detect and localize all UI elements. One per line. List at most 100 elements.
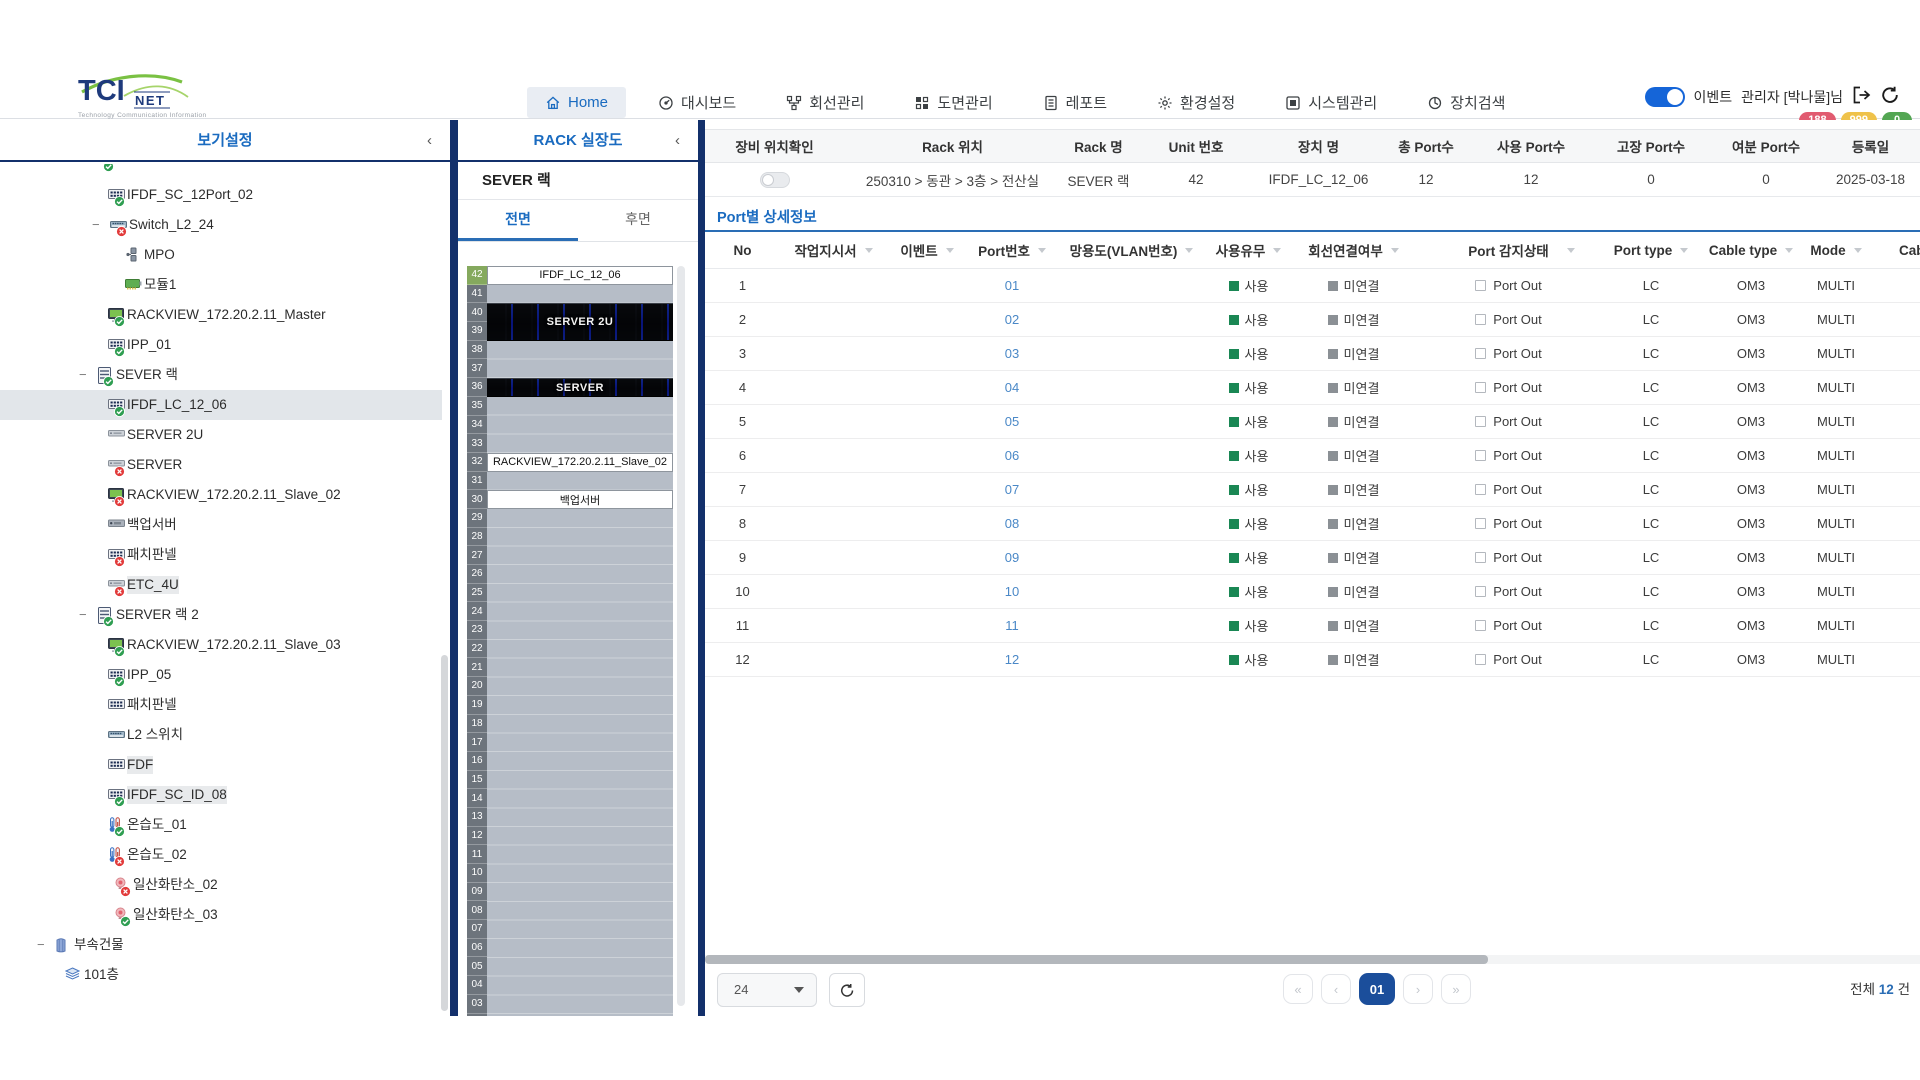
nav-item-settings[interactable]: 환경설정 bbox=[1139, 85, 1253, 120]
port-number-link[interactable]: 09 bbox=[1005, 550, 1019, 565]
port-detect-checkbox[interactable] bbox=[1475, 280, 1487, 291]
rack-item-SERVER 2U[interactable]: SERVER 2U bbox=[487, 303, 673, 341]
port-col-Port type[interactable]: Port type bbox=[1601, 232, 1701, 268]
tree-item-모듈1[interactable]: 모듈1 bbox=[0, 270, 442, 300]
port-number-link[interactable]: 03 bbox=[1005, 346, 1019, 361]
port-table-row[interactable]: 8 08 사용 미연결 Port Out LC OM3 MULTI bbox=[705, 507, 1920, 541]
refresh-icon[interactable] bbox=[1881, 86, 1900, 107]
logout-icon[interactable] bbox=[1852, 86, 1872, 107]
pagination-last-button[interactable]: » bbox=[1441, 974, 1471, 1004]
port-detect-checkbox[interactable] bbox=[1475, 552, 1487, 563]
port-table-row[interactable]: 6 06 사용 미연결 Port Out LC OM3 MULTI bbox=[705, 439, 1920, 473]
tree-expander-icon[interactable]: − bbox=[79, 607, 87, 622]
port-detect-checkbox[interactable] bbox=[1475, 586, 1487, 597]
collapse-left-panel-icon[interactable]: ‹ bbox=[427, 120, 432, 162]
sort-caret-icon[interactable] bbox=[1273, 247, 1282, 253]
port-number-link[interactable]: 07 bbox=[1005, 482, 1019, 497]
tree-item-MPO[interactable]: MPO bbox=[0, 240, 442, 270]
port-number-link[interactable]: 06 bbox=[1005, 448, 1019, 463]
port-table-row[interactable]: 11 11 사용 미연결 Port Out LC OM3 MULTI bbox=[705, 609, 1920, 643]
port-table-row[interactable]: 2 02 사용 미연결 Port Out LC OM3 MULTI bbox=[705, 303, 1920, 337]
port-table-row[interactable]: 7 07 사용 미연결 Port Out LC OM3 MULTI bbox=[705, 473, 1920, 507]
port-table-row[interactable]: 1 01 사용 미연결 Port Out LC OM3 MULTI bbox=[705, 269, 1920, 303]
port-number-link[interactable]: 10 bbox=[1005, 584, 1019, 599]
tree-item-백업서버[interactable]: 백업서버 bbox=[0, 510, 442, 540]
sort-caret-icon[interactable] bbox=[1853, 247, 1862, 253]
sort-caret-icon[interactable] bbox=[1567, 248, 1575, 253]
sort-caret-icon[interactable] bbox=[1680, 247, 1689, 253]
port-detect-checkbox[interactable] bbox=[1475, 620, 1487, 631]
tree-expander-icon[interactable]: − bbox=[37, 937, 45, 952]
tree-item-일산화탄소_02[interactable]: 일산화탄소_02 bbox=[0, 870, 442, 900]
port-col-망용도(VLAN번호)[interactable]: 망용도(VLAN번호) bbox=[1057, 232, 1206, 268]
sort-caret-icon[interactable] bbox=[945, 247, 954, 253]
port-detect-checkbox[interactable] bbox=[1475, 450, 1487, 461]
nav-item-home[interactable]: Home bbox=[527, 87, 627, 118]
sort-caret-icon[interactable] bbox=[1037, 247, 1046, 253]
tree-item-RACKVIEW_172.20.2.11_Slave_02[interactable]: RACKVIEW_172.20.2.11_Slave_02 bbox=[0, 480, 442, 510]
sort-caret-icon[interactable] bbox=[1185, 247, 1194, 253]
port-col-이벤트[interactable]: 이벤트 bbox=[887, 232, 967, 268]
nav-item-system-mgmt[interactable]: 시스템관리 bbox=[1267, 85, 1395, 120]
port-number-link[interactable]: 12 bbox=[1005, 652, 1019, 667]
tree-item-FDF[interactable]: FDF bbox=[0, 750, 442, 780]
rack-scrollbar[interactable] bbox=[677, 266, 685, 1006]
port-number-link[interactable]: 01 bbox=[1005, 278, 1019, 293]
tree-item-IPP_05[interactable]: IPP_05 bbox=[0, 660, 442, 690]
tree-item-IFDF_LC_12_06[interactable]: IFDF_LC_12_06 bbox=[0, 390, 442, 420]
horizontal-scrollbar-thumb[interactable] bbox=[705, 955, 1488, 964]
pagination-first-button[interactable]: « bbox=[1283, 974, 1313, 1004]
tree-scrollbar[interactable] bbox=[441, 655, 448, 1011]
tree-item-부속건물[interactable]: − 부속건물 bbox=[0, 930, 442, 960]
port-detect-checkbox[interactable] bbox=[1475, 348, 1487, 359]
sort-caret-icon[interactable] bbox=[1390, 247, 1399, 253]
tree-item-101층[interactable]: 101층 bbox=[0, 960, 442, 990]
collapse-rack-panel-icon[interactable]: ‹ bbox=[675, 120, 680, 162]
pagination-prev-button[interactable]: ‹ bbox=[1321, 974, 1351, 1004]
port-col-사용유무[interactable]: 사용유무 bbox=[1206, 232, 1291, 268]
port-number-link[interactable]: 11 bbox=[1005, 618, 1019, 633]
sort-caret-icon[interactable] bbox=[864, 247, 873, 253]
nav-item-line-mgmt[interactable]: 회선관리 bbox=[768, 85, 882, 120]
port-table-row[interactable]: 10 10 사용 미연결 Port Out LC OM3 MULTI bbox=[705, 575, 1920, 609]
port-number-link[interactable]: 05 bbox=[1005, 414, 1019, 429]
nav-item-report[interactable]: 레포트 bbox=[1025, 85, 1125, 120]
port-detect-checkbox[interactable] bbox=[1475, 382, 1487, 393]
table-refresh-button[interactable] bbox=[829, 973, 865, 1007]
tree-item-SERVER 랙 2[interactable]: − SERVER 랙 2 bbox=[0, 600, 442, 630]
port-col-Port 감지상태[interactable]: Port 감지상태 bbox=[1416, 232, 1601, 268]
tree-item-RACKVIEW_172.20.2.11_Slave_03[interactable]: RACKVIEW_172.20.2.11_Slave_03 bbox=[0, 630, 442, 660]
port-table-row[interactable]: 4 04 사용 미연결 Port Out LC OM3 MULTI bbox=[705, 371, 1920, 405]
tree-item-ETC_4U[interactable]: ETC_4U bbox=[0, 570, 442, 600]
port-detect-checkbox[interactable] bbox=[1475, 416, 1487, 427]
device-location-toggle[interactable] bbox=[759, 171, 790, 188]
page-size-select[interactable]: 24 bbox=[717, 973, 817, 1007]
rack-item-백업서버[interactable]: 백업서버 bbox=[487, 490, 673, 510]
event-toggle[interactable] bbox=[1644, 86, 1685, 107]
tree-item-IFDF_SC_ID_08[interactable]: IFDF_SC_ID_08 bbox=[0, 780, 442, 810]
port-detect-checkbox[interactable] bbox=[1475, 518, 1487, 529]
port-col-Port번호[interactable]: Port번호 bbox=[967, 232, 1057, 268]
tree-item-SERVER[interactable]: SERVER bbox=[0, 450, 442, 480]
tree-item-패치판넬[interactable]: 패치판넬 bbox=[0, 690, 442, 720]
tree-expander-icon[interactable]: − bbox=[92, 217, 100, 232]
rack-item-RACKVIEW_172.20.2.11_Slave_02[interactable]: RACKVIEW_172.20.2.11_Slave_02 bbox=[487, 453, 673, 472]
port-table-row[interactable]: 5 05 사용 미연결 Port Out LC OM3 MULTI bbox=[705, 405, 1920, 439]
port-col-회선연결여부[interactable]: 회선연결여부 bbox=[1291, 232, 1416, 268]
rack-item-SERVER[interactable]: SERVER bbox=[487, 378, 673, 397]
port-col-작업지시서[interactable]: 작업지시서 bbox=[780, 232, 887, 268]
port-col-Cable type[interactable]: Cable type bbox=[1701, 232, 1801, 268]
nav-item-device-search[interactable]: 장치검색 bbox=[1409, 85, 1523, 120]
pagination-next-button[interactable]: › bbox=[1403, 974, 1433, 1004]
tree-item-L2 스위치[interactable]: L2 스위치 bbox=[0, 720, 442, 750]
nav-item-dashboard[interactable]: 대시보드 bbox=[640, 85, 754, 120]
nav-item-drawing-mgmt[interactable]: 도면관리 bbox=[896, 85, 1010, 120]
port-detect-checkbox[interactable] bbox=[1475, 654, 1487, 665]
tree-item-온습도_01[interactable]: 온습도_01 bbox=[0, 810, 442, 840]
port-table-row[interactable]: 12 12 사용 미연결 Port Out LC OM3 MULTI bbox=[705, 643, 1920, 677]
tab-front[interactable]: 전면 bbox=[458, 200, 578, 241]
pagination-page-01[interactable]: 01 bbox=[1359, 973, 1395, 1005]
port-number-link[interactable]: 08 bbox=[1005, 516, 1019, 531]
tree-item-RACKVIEW_172.20.2.11_Master[interactable]: RACKVIEW_172.20.2.11_Master bbox=[0, 300, 442, 330]
rack-item-IFDF_LC_12_06[interactable]: IFDF_LC_12_06 bbox=[487, 266, 673, 285]
